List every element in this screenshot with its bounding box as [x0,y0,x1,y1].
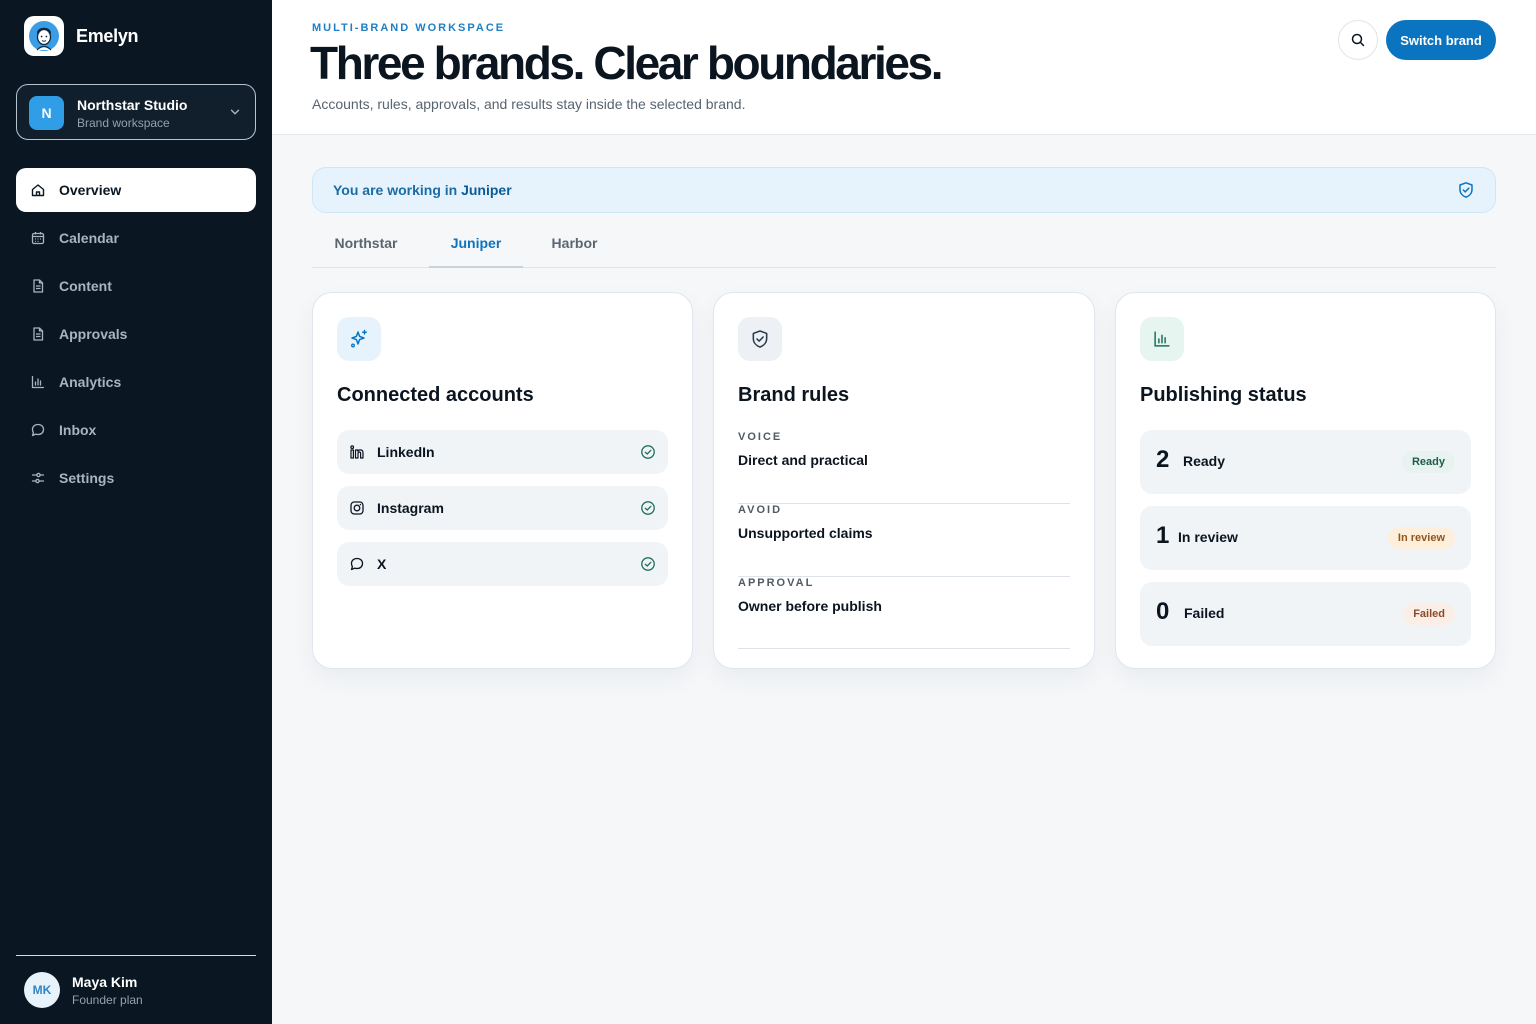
account-row-linkedin[interactable]: LinkedIn [337,430,668,474]
rule-key: AVOID [738,504,783,516]
active-brand-banner: You are working in Juniper [312,167,1496,213]
card-icon-badge [1140,317,1184,361]
sidebar-nav: Overview Calendar Content Approvals Anal… [16,168,256,504]
sidebar-item-calendar[interactable]: Calendar [16,216,256,260]
brand-tabs: Northstar Juniper Harbor [312,228,1496,268]
status-count: 1 [1156,522,1170,549]
sidebar-item-label: Approvals [59,326,128,342]
rule-row-voice: VOICE Direct and practical [738,431,1070,504]
user-plan: Founder plan [72,993,143,1007]
card-icon-badge [337,317,381,361]
status-label: Failed [1184,605,1225,621]
sliders-icon [31,472,45,484]
chevron-down-icon [230,109,240,115]
card-title: Publishing status [1140,384,1307,406]
page-eyebrow: MULTI-BRAND WORKSPACE [312,22,506,34]
sidebar-item-label: Overview [59,182,122,198]
chat-bubble-icon [31,423,45,437]
rule-row-avoid: AVOID Unsupported claims [738,504,1070,577]
linkedin-icon [350,445,364,459]
sidebar-item-label: Calendar [59,230,119,246]
sidebar-item-label: Settings [59,470,115,486]
status-count: 0 [1156,598,1170,625]
brand-subtitle: Brand workspace [77,116,170,130]
rule-key: VOICE [738,431,783,443]
home-icon [31,184,45,197]
rule-row-approval: APPROVAL Owner before publish [738,577,1070,649]
app-name: Emelyn [76,26,139,46]
check-circle-icon [641,557,655,571]
account-label: Instagram [377,500,444,516]
check-circle-icon [641,445,655,459]
status-count: 2 [1156,446,1170,473]
card-title: Connected accounts [337,384,534,406]
brand-avatar: N [29,96,64,130]
instagram-icon [350,501,364,515]
chat-bubble-icon [350,557,364,571]
account-row-instagram[interactable]: Instagram [337,486,668,530]
sidebar-item-analytics[interactable]: Analytics [16,360,256,404]
status-row-in-review[interactable]: 1 In review In review [1140,506,1471,570]
app-logo[interactable] [24,16,64,56]
card-icon-badge [738,317,782,361]
sidebar-item-label: Inbox [59,422,97,438]
connected-accounts-card: Connected accounts LinkedIn Instagram X [312,292,693,669]
status-row-ready[interactable]: 2 Ready Ready [1140,430,1471,494]
sidebar-divider [16,955,256,956]
sidebar-item-label: Content [59,278,112,294]
calendar-icon [31,232,45,245]
status-badge: Failed [1403,603,1455,625]
banner-text: You are working in Juniper [333,182,512,198]
banner-prefix: You are working in [333,182,458,198]
sidebar-item-settings[interactable]: Settings [16,456,256,500]
switch-brand-button[interactable]: Switch brand [1386,20,1496,60]
check-circle-icon [641,501,655,515]
shield-check-icon [1459,182,1473,198]
sidebar-item-approvals[interactable]: Approvals [16,312,256,356]
page-header: MULTI-BRAND WORKSPACE Three brands. Clea… [272,0,1536,135]
avatar[interactable]: MK [24,972,60,1008]
sidebar-item-inbox[interactable]: Inbox [16,408,256,452]
avatar-logo-icon [29,21,59,51]
status-label: Ready [1183,453,1226,469]
search-icon [1351,33,1365,47]
rule-value: Unsupported claims [738,525,873,541]
banner-brand: Juniper [461,182,512,198]
status-badge: In review [1387,527,1455,549]
search-button[interactable] [1338,20,1378,60]
card-title: Brand rules [738,384,850,406]
sparkles-icon [351,329,367,348]
user-name: Maya Kim [72,974,138,990]
account-row-x[interactable]: X [337,542,668,586]
account-label: X [377,556,387,572]
sidebar-item-label: Analytics [59,374,122,390]
brand-switcher[interactable]: N Northstar Studio Brand workspace [16,84,256,140]
document-icon [33,279,44,293]
status-row-failed[interactable]: 0 Failed Failed [1140,582,1471,646]
status-badge: Ready [1401,451,1455,473]
sidebar-item-overview[interactable]: Overview [16,168,256,212]
tab-juniper[interactable]: Juniper [429,235,523,268]
publishing-status-card: Publishing status 2 Ready Ready 1 In rev… [1115,292,1496,669]
tab-harbor[interactable]: Harbor [532,235,617,268]
page-title: Three brands. Clear boundaries. [310,37,944,89]
sidebar-item-content[interactable]: Content [16,264,256,308]
document-icon [33,327,44,341]
rule-value: Direct and practical [738,452,868,468]
shield-check-icon [752,330,768,348]
rule-key: APPROVAL [738,577,815,589]
account-label: LinkedIn [377,444,435,460]
tab-northstar[interactable]: Northstar [312,235,420,268]
brand-name: Northstar Studio [77,97,188,113]
status-label: In review [1178,529,1238,545]
page-subtitle: Accounts, rules, approvals, and results … [312,96,746,112]
bar-chart-icon [1154,331,1170,347]
bar-chart-icon [31,375,45,389]
rule-value: Owner before publish [738,598,882,614]
sidebar: Emelyn N Northstar Studio Brand workspac… [0,0,272,1024]
brand-rules-card: Brand rules VOICE Direct and practical A… [713,292,1095,669]
